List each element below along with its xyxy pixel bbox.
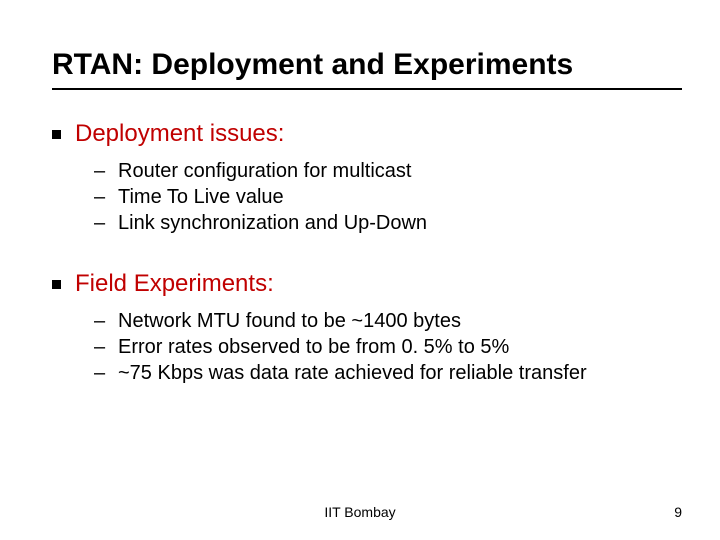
list-item-text: Error rates observed to be from 0. 5% to… bbox=[118, 334, 509, 360]
list-item: – Link synchronization and Up-Down bbox=[94, 210, 682, 236]
list-item: – Error rates observed to be from 0. 5% … bbox=[94, 334, 682, 360]
square-bullet-icon bbox=[52, 280, 61, 289]
list-item-text: Network MTU found to be ~1400 bytes bbox=[118, 308, 461, 334]
section-experiments: Field Experiments: – Network MTU found t… bbox=[52, 270, 682, 386]
section-heading: Field Experiments: bbox=[52, 270, 682, 298]
slide-title: RTAN: Deployment and Experiments bbox=[52, 48, 682, 82]
list-item: – Router configuration for multicast bbox=[94, 158, 682, 184]
list-item-text: Time To Live value bbox=[118, 184, 284, 210]
dash-bullet-icon: – bbox=[94, 334, 118, 360]
list-item-text: Link synchronization and Up-Down bbox=[118, 210, 427, 236]
dash-bullet-icon: – bbox=[94, 360, 118, 386]
list-item-text: ~75 Kbps was data rate achieved for reli… bbox=[118, 360, 587, 386]
section-sublist: – Network MTU found to be ~1400 bytes – … bbox=[94, 308, 682, 386]
section-deployment: Deployment issues: – Router configuratio… bbox=[52, 120, 682, 236]
dash-bullet-icon: – bbox=[94, 184, 118, 210]
section-heading: Deployment issues: bbox=[52, 120, 682, 148]
list-item: – Network MTU found to be ~1400 bytes bbox=[94, 308, 682, 334]
square-bullet-icon bbox=[52, 130, 61, 139]
list-item: – Time To Live value bbox=[94, 184, 682, 210]
section-heading-text: Deployment issues: bbox=[75, 120, 284, 148]
dash-bullet-icon: – bbox=[94, 158, 118, 184]
page-number: 9 bbox=[674, 504, 682, 520]
list-item-text: Router configuration for multicast bbox=[118, 158, 411, 184]
section-heading-text: Field Experiments: bbox=[75, 270, 274, 298]
dash-bullet-icon: – bbox=[94, 308, 118, 334]
list-item: – ~75 Kbps was data rate achieved for re… bbox=[94, 360, 682, 386]
footer-text: IIT Bombay bbox=[0, 504, 720, 520]
section-sublist: – Router configuration for multicast – T… bbox=[94, 158, 682, 236]
title-divider bbox=[52, 88, 682, 90]
dash-bullet-icon: – bbox=[94, 210, 118, 236]
